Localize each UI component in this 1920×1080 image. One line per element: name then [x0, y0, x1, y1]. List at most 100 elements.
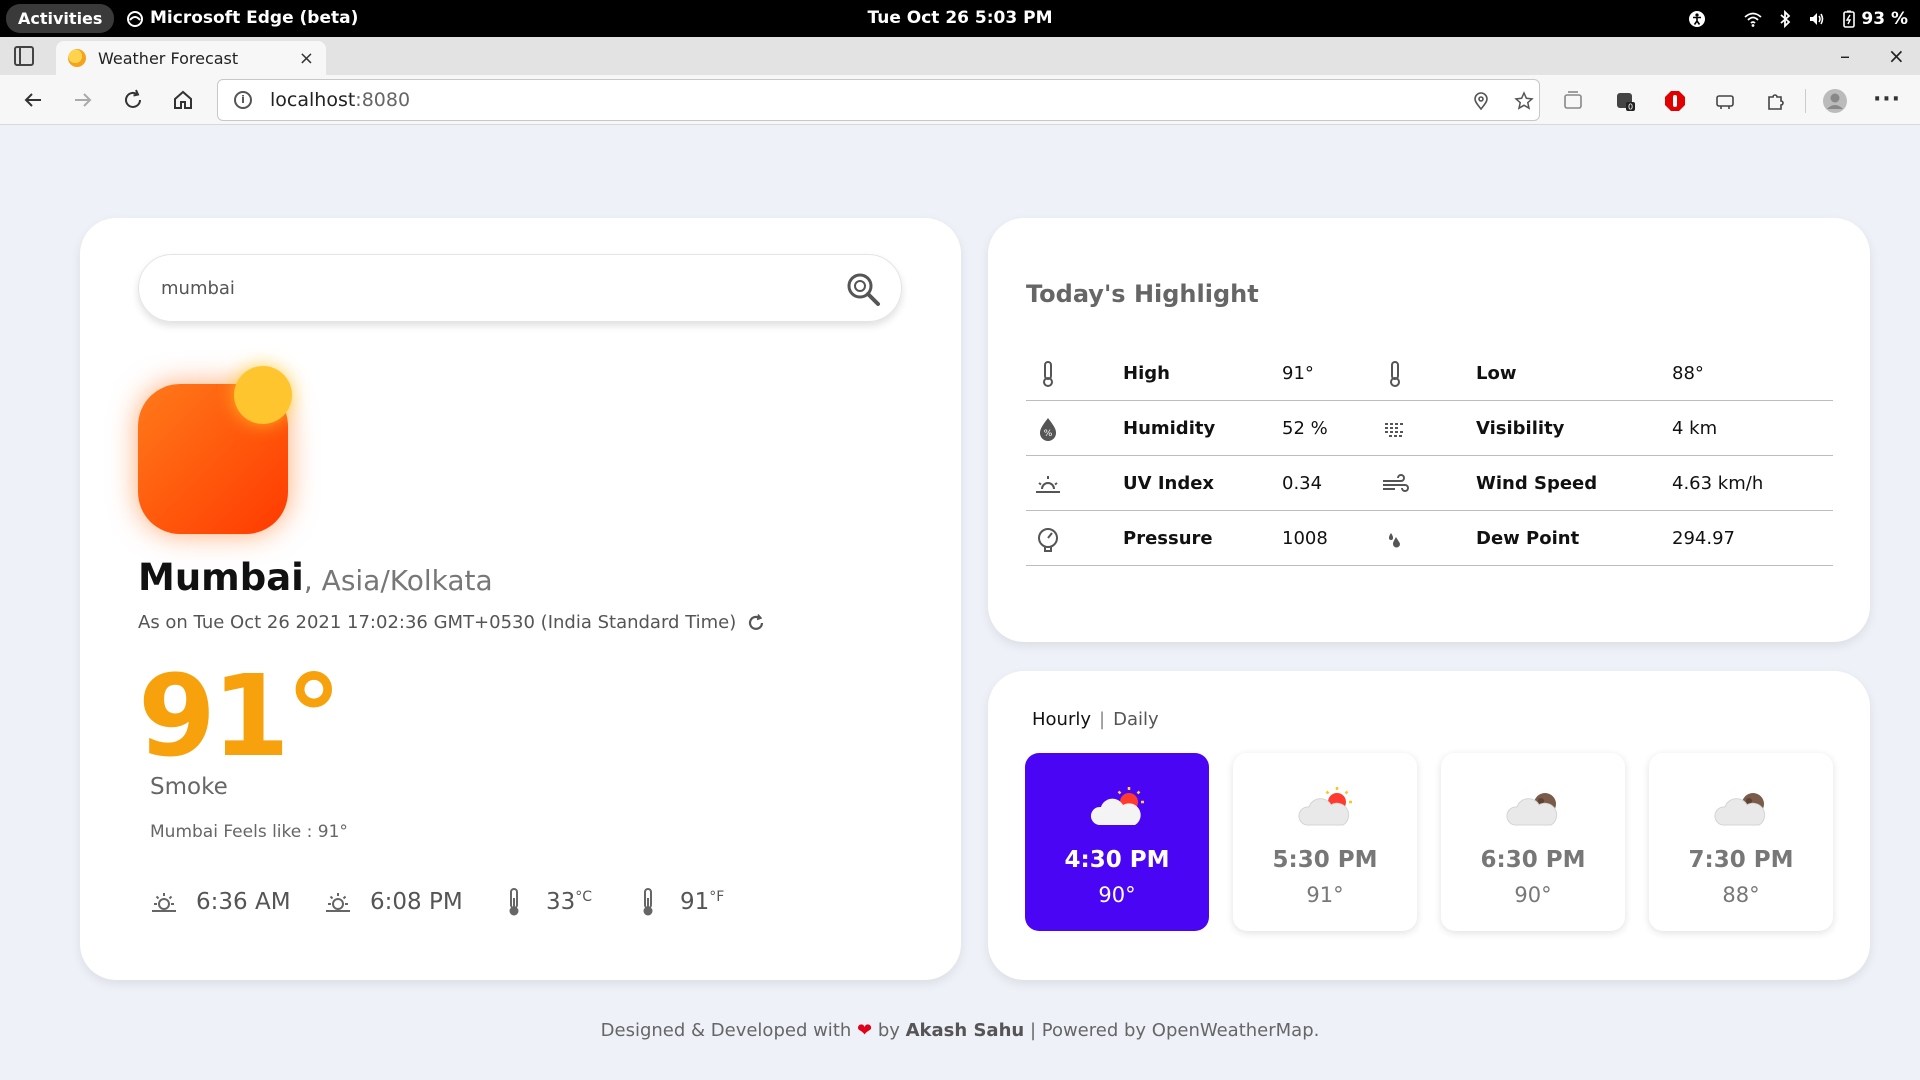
- hour-time: 5:30 PM: [1272, 847, 1378, 873]
- humidity-value: 52 %: [1282, 418, 1328, 439]
- activities-button[interactable]: Activities: [6, 4, 115, 33]
- tab-title: Weather Forecast: [98, 48, 239, 68]
- highlight-table: High 91° Low 88° % Humidity 52 % Visibil…: [1026, 346, 1833, 566]
- highlight-row: % Humidity 52 % Visibility 4 km: [1026, 401, 1833, 456]
- volume-icon[interactable]: [1808, 10, 1826, 28]
- favorite-star-icon[interactable]: [1514, 91, 1534, 111]
- heart-icon: ❤: [857, 1020, 873, 1041]
- sunset-time: 6:08 PM: [370, 889, 463, 915]
- location-icon[interactable]: [1471, 91, 1491, 111]
- uv-index-value: 0.34: [1282, 473, 1323, 494]
- sunrise-icon: [152, 893, 176, 912]
- low-label: Low: [1476, 363, 1517, 384]
- media-icon[interactable]: [1714, 90, 1736, 112]
- home-icon[interactable]: [168, 85, 198, 115]
- cloud-moon-icon: [1714, 793, 1766, 826]
- tab-strip: Weather Forecast × + – ×: [0, 37, 1920, 107]
- bluetooth-icon[interactable]: [1776, 9, 1794, 28]
- minimize-button[interactable]: –: [1840, 37, 1850, 75]
- clock[interactable]: Tue Oct 26 5:03 PM: [867, 8, 1052, 28]
- address-bar[interactable]: i localhost:8080: [217, 79, 1540, 121]
- hour-card[interactable]: 7:30 PM 88°: [1649, 753, 1833, 931]
- highlight-title: Today's Highlight: [1026, 280, 1259, 308]
- celsius-unit: °C: [575, 889, 593, 905]
- high-value: 91°: [1282, 363, 1314, 384]
- system-tray[interactable]: 93 %: [1688, 0, 1908, 37]
- refresh-icon[interactable]: [118, 85, 148, 115]
- pressure-gauge-icon: [1034, 511, 1062, 566]
- hour-temp: 90°: [1514, 883, 1552, 907]
- humidity-label: Humidity: [1123, 418, 1216, 439]
- highlight-row: Pressure 1008 Dew Point 294.97: [1026, 511, 1833, 566]
- high-label: High: [1123, 363, 1170, 384]
- uv-index-icon: [1034, 456, 1062, 511]
- footer-suffix: | Powered by OpenWeatherMap.: [1024, 1020, 1320, 1041]
- footer-prefix: Designed & Developed with: [600, 1020, 857, 1041]
- thermometer-icon: [643, 888, 653, 916]
- pressure-value: 1008: [1282, 528, 1328, 549]
- hour-time: 7:30 PM: [1688, 847, 1794, 873]
- hour-card[interactable]: 4:30 PM 90°: [1025, 753, 1209, 931]
- forecast-card: Hourly | Daily 4:30 PM 90° 5:30 PM 91° 6…: [988, 671, 1870, 980]
- edge-icon: [127, 10, 143, 27]
- app-name-label: Microsoft Edge (beta): [150, 8, 359, 28]
- wind-speed-label: Wind Speed: [1476, 473, 1598, 494]
- more-menu-icon[interactable]: ···: [1872, 85, 1902, 115]
- refresh-icon[interactable]: [746, 613, 766, 633]
- forecast-tabs: Hourly | Daily: [1032, 709, 1159, 730]
- thermometer-icon: [509, 888, 519, 916]
- tab-daily[interactable]: Daily: [1113, 709, 1159, 730]
- adblock-icon[interactable]: [1664, 90, 1686, 112]
- hour-time: 6:30 PM: [1480, 847, 1586, 873]
- cloud-sun-icon: [1298, 787, 1352, 826]
- app-menu[interactable]: Microsoft Edge (beta): [126, 0, 358, 37]
- forward-icon[interactable]: [68, 85, 98, 115]
- tab-close-icon[interactable]: ×: [299, 48, 314, 69]
- extensions-puzzle-icon[interactable]: [1765, 90, 1787, 112]
- visibility-value: 4 km: [1672, 418, 1718, 439]
- timezone-label: , Asia/Kolkata: [303, 564, 493, 597]
- browser-toolbar: i localhost:8080 0 ···: [0, 75, 1920, 125]
- feels-like: Mumbai Feels like : 91°: [150, 822, 348, 842]
- pressure-label: Pressure: [1123, 528, 1213, 549]
- window-close-button[interactable]: ×: [1888, 37, 1905, 75]
- thermometer-icon: [1034, 346, 1062, 401]
- hour-temp: 88°: [1722, 883, 1760, 907]
- page-footer: Designed & Developed with ❤ by Akash Sah…: [0, 1020, 1920, 1041]
- system-top-bar: Activities Microsoft Edge (beta) Tue Oct…: [0, 0, 1920, 37]
- uv-index-label: UV Index: [1123, 473, 1215, 494]
- accessibility-icon[interactable]: [1688, 10, 1706, 28]
- hour-temp: 91°: [1306, 883, 1344, 907]
- wifi-icon[interactable]: [1744, 10, 1762, 28]
- tab-actions-icon[interactable]: [14, 46, 34, 66]
- sunrise-time: 6:36 AM: [196, 889, 291, 915]
- hour-card[interactable]: 5:30 PM 91°: [1233, 753, 1417, 931]
- profile-avatar-icon[interactable]: [1822, 88, 1848, 114]
- hour-card[interactable]: 6:30 PM 90°: [1441, 753, 1625, 931]
- battery-icon[interactable]: [1840, 10, 1858, 28]
- current-temperature: 91°: [138, 652, 342, 782]
- celsius-stat: 33°C: [498, 886, 592, 918]
- last-updated-text: As on Tue Oct 26 2021 17:02:36 GMT+0530 …: [138, 612, 737, 633]
- search-box: [138, 254, 902, 322]
- search-icon[interactable]: [845, 271, 881, 307]
- sunset-stat: 6:08 PM: [322, 886, 463, 918]
- svg-text:0: 0: [1628, 103, 1633, 112]
- back-icon[interactable]: [18, 85, 48, 115]
- sunset-icon: [326, 893, 350, 912]
- fahrenheit-unit: °F: [709, 889, 725, 905]
- url-text[interactable]: localhost:8080: [270, 89, 410, 111]
- tab-weather-forecast[interactable]: Weather Forecast ×: [56, 41, 326, 75]
- cloud-moon-icon: [1506, 793, 1558, 826]
- temp-fahrenheit: 91: [680, 889, 710, 915]
- dew-point-icon: [1381, 511, 1409, 566]
- extension-shield-icon[interactable]: 0: [1614, 90, 1636, 112]
- tab-hourly[interactable]: Hourly: [1032, 709, 1091, 730]
- collections-icon[interactable]: [1562, 90, 1584, 112]
- dew-point-value: 294.97: [1672, 528, 1735, 549]
- weather-condition: Smoke: [150, 774, 228, 800]
- site-info-icon[interactable]: i: [234, 91, 252, 109]
- wind-speed-value: 4.63 km/h: [1672, 473, 1764, 494]
- search-input[interactable]: [161, 277, 821, 299]
- thermometer-icon: [1381, 346, 1409, 401]
